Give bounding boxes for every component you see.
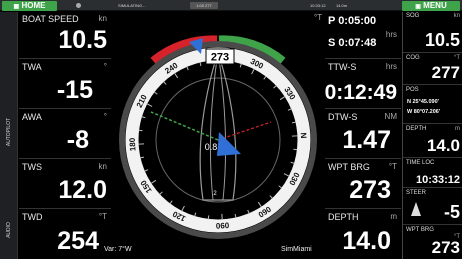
tws-cell[interactable]: TWS kn 12.0 <box>19 160 111 209</box>
steer-cell[interactable]: STEER -5 <box>403 189 462 225</box>
range-text: 14.0m <box>336 3 348 8</box>
menu-button[interactable]: ▣ MENU <box>402 1 460 11</box>
compass-gauge[interactable]: 240300330N030060090120150180210W 0.8 2 2… <box>111 12 325 259</box>
time-cell[interactable]: TIME LOC 10:33:12 <box>403 159 462 188</box>
steer-arrow-icon <box>411 202 421 216</box>
compass-label: N <box>299 132 308 138</box>
top-status-bar: ▦ HOME SIMULATING... 1:00 277 10:33:12 1… <box>0 0 462 11</box>
wpt-brg-cell[interactable]: WPT BRG °T 273 <box>325 160 401 209</box>
depth-right-cell[interactable]: DEPTH m 14.0 <box>403 125 462 158</box>
center-value: 0.8 <box>205 142 218 152</box>
compass-label: 090 <box>215 221 229 231</box>
sog-cell[interactable]: SOG kn 10.5 <box>403 12 462 53</box>
menu-icon: ▣ <box>415 4 421 10</box>
tab-audio[interactable]: AUDIO <box>0 207 18 252</box>
grid-icon: ▦ <box>13 4 20 10</box>
status-icon <box>76 3 81 8</box>
home-button[interactable]: ▦ HOME <box>2 1 57 11</box>
twa-cell[interactable]: TWA ° -15 <box>19 60 111 109</box>
heading-value: 273 <box>211 52 229 64</box>
sim-status-text: SIMULATING... <box>118 3 146 8</box>
depth-cell[interactable]: DEPTH m 14.0 <box>325 210 401 259</box>
race-timer-cell[interactable]: °T P 0:05:00 S 0:07:48 hrs <box>314 12 401 59</box>
dtw-cell[interactable]: DTW-S NM 1.47 <box>325 110 401 159</box>
awa-cell[interactable]: AWA ° -8 <box>19 110 111 159</box>
boat-speed-cell[interactable]: BOAT SPEED kn 10.5 <box>19 12 111 59</box>
source-text: SimMiami <box>281 246 312 253</box>
sim-indicator: 1:00 277 <box>190 2 218 9</box>
ttw-cell[interactable]: TTW-S hrs 0:12:49 <box>325 60 401 109</box>
tab-autopilot[interactable]: AUTOPILOT <box>0 102 18 162</box>
compass-label: 180 <box>128 137 138 151</box>
sailing-dashboard: BOAT SPEED kn 10.5 TWA ° -15 AWA ° -8 TW… <box>19 12 401 259</box>
side-tab-bar: AUTOPILOT AUDIO <box>0 12 18 259</box>
cog-cell[interactable]: COG °T 277 <box>403 54 462 85</box>
pos-cell[interactable]: POS N 25°45.090' W 80°07.206' <box>403 86 462 124</box>
wpt-brg-right-cell[interactable]: WPT BRG °T 273 <box>403 226 462 259</box>
twd-cell[interactable]: TWD °T 254 <box>19 210 111 259</box>
variation-text: Var: 7°W <box>104 246 132 253</box>
clock-text: 10:33:12 <box>310 3 326 8</box>
right-data-panel: SOG kn 10.5 COG °T 277 POS N 25°45.090' … <box>402 12 462 259</box>
